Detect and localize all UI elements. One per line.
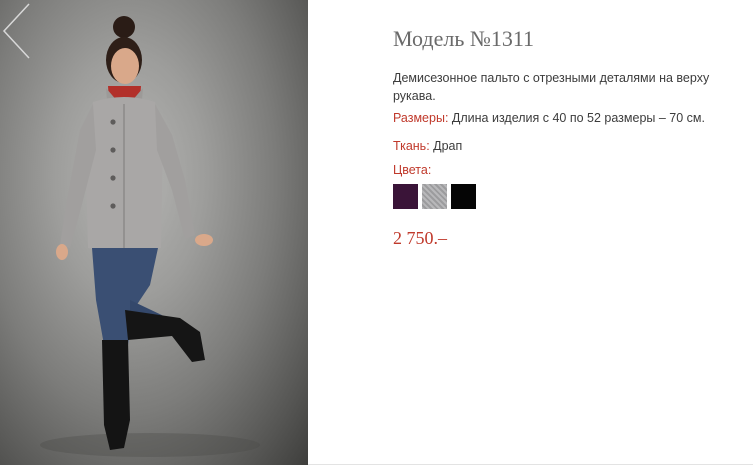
color-swatch-black[interactable] (451, 184, 476, 209)
colors-label: Цвета: (393, 163, 432, 177)
sizes-row: Размеры: Длина изделия с 40 по 52 размер… (393, 111, 705, 125)
color-swatch-grey[interactable] (422, 184, 447, 209)
color-swatch-purple[interactable] (393, 184, 418, 209)
sizes-value: Длина изделия с 40 по 52 размеры – 70 см… (448, 111, 705, 125)
color-swatches (393, 184, 476, 209)
product-description: Демисезонное пальто с отрезными деталями… (393, 71, 710, 103)
colors-row: Цвета: (393, 163, 431, 177)
fabric-row: Ткань: Драп (393, 139, 462, 153)
product-title: Модель №1311 (393, 26, 535, 51)
model-illustration (40, 16, 260, 457)
fabric-value: Драп (429, 139, 463, 153)
product-price: 2 750.– (393, 228, 447, 248)
sizes-label: Размеры: (393, 111, 449, 125)
product-photo (0, 0, 308, 465)
chevron-left-icon[interactable] (0, 0, 34, 62)
fabric-label: Ткань: (393, 139, 430, 153)
divider (308, 464, 753, 465)
